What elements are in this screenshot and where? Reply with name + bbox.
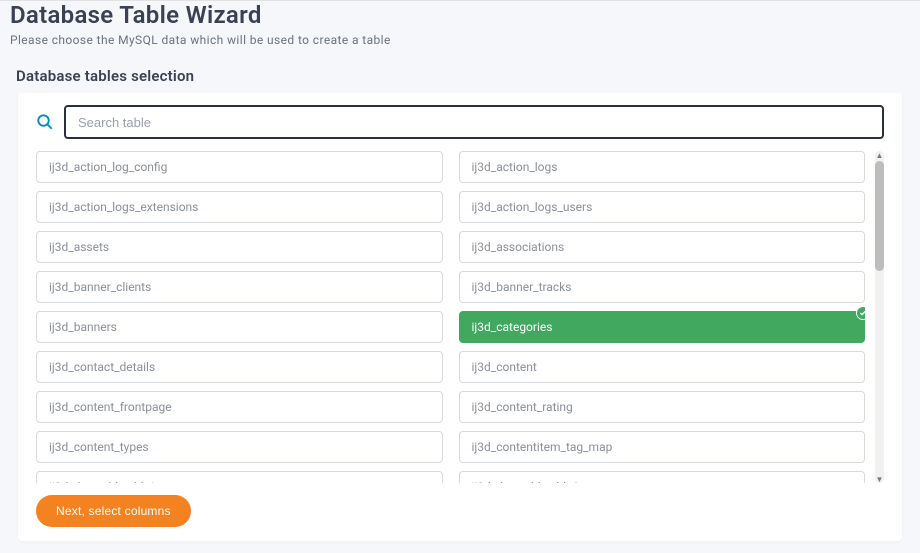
scrollbar-thumb[interactable] bbox=[875, 161, 884, 271]
search-input[interactable] bbox=[64, 105, 884, 139]
table-item-label: ij3d_associations bbox=[472, 240, 565, 254]
table-item-label: ij3d_action_logs bbox=[472, 160, 558, 174]
table-item-label: ij3d_content_rating bbox=[472, 400, 573, 414]
section-title: Database tables selection bbox=[0, 55, 920, 93]
table-item-label: ij3d_categories bbox=[472, 320, 553, 334]
page-title: Database Table Wizard bbox=[10, 1, 910, 29]
table-item-label: ij3d_contentitem_tag_map bbox=[472, 440, 613, 454]
table-item-label: ij3d_droptable_tbl_1 bbox=[49, 480, 156, 483]
table-item-label: ij3d_droptable_tbl_4 bbox=[472, 480, 579, 483]
table-item[interactable]: ij3d_banner_clients bbox=[36, 271, 443, 303]
scrollbar-up-arrow[interactable]: ▲ bbox=[875, 150, 884, 160]
table-item-label: ij3d_action_logs_users bbox=[472, 200, 593, 214]
table-item[interactable]: ij3d_droptable_tbl_1 bbox=[36, 471, 443, 483]
table-item[interactable]: ij3d_action_logs bbox=[459, 151, 866, 183]
table-item[interactable]: ij3d_associations bbox=[459, 231, 866, 263]
tables-scroll-area[interactable]: ij3d_action_log_config ij3d_action_logsij… bbox=[36, 151, 865, 483]
table-item[interactable]: ij3d_action_logs_users bbox=[459, 191, 866, 223]
table-item-label: ij3d_content_types bbox=[49, 440, 149, 454]
table-item-label: ij3d_assets bbox=[49, 240, 109, 254]
table-item[interactable]: ij3d_action_log_config bbox=[36, 151, 443, 183]
table-item[interactable]: ij3d_droptable_tbl_4 bbox=[459, 471, 866, 483]
table-item-label: ij3d_banners bbox=[49, 320, 117, 334]
tables-card: ij3d_action_log_config ij3d_action_logsij… bbox=[18, 93, 902, 541]
table-item[interactable]: ij3d_content_types bbox=[36, 431, 443, 463]
page-subtitle: Please choose the MySQL data which will … bbox=[10, 33, 910, 47]
table-item[interactable]: ij3d_content_rating bbox=[459, 391, 866, 423]
table-item[interactable]: ij3d_content bbox=[459, 351, 866, 383]
table-item[interactable]: ij3d_categories bbox=[459, 311, 866, 343]
search-icon bbox=[36, 113, 54, 131]
next-button[interactable]: Next, select columns bbox=[36, 495, 191, 527]
table-item-label: ij3d_contact_details bbox=[49, 360, 155, 374]
check-icon bbox=[856, 306, 865, 320]
table-item[interactable]: ij3d_contentitem_tag_map bbox=[459, 431, 866, 463]
table-item[interactable]: ij3d_banners bbox=[36, 311, 443, 343]
scrollbar-down-arrow[interactable]: ▼ bbox=[875, 474, 884, 484]
table-item[interactable]: ij3d_content_frontpage bbox=[36, 391, 443, 423]
search-row bbox=[36, 105, 884, 139]
table-item[interactable]: ij3d_action_logs_extensions bbox=[36, 191, 443, 223]
table-item-label: ij3d_action_logs_extensions bbox=[49, 200, 198, 214]
table-item-label: ij3d_banner_tracks bbox=[472, 280, 572, 294]
table-item-label: ij3d_banner_clients bbox=[49, 280, 151, 294]
table-item[interactable]: ij3d_contact_details bbox=[36, 351, 443, 383]
table-item-label: ij3d_content bbox=[472, 360, 537, 374]
table-item-label: ij3d_content_frontpage bbox=[49, 400, 172, 414]
scrollbar-track[interactable]: ▲ ▼ bbox=[875, 151, 884, 483]
table-item[interactable]: ij3d_assets bbox=[36, 231, 443, 263]
table-item[interactable]: ij3d_banner_tracks bbox=[459, 271, 866, 303]
table-item-label: ij3d_action_log_config bbox=[49, 160, 167, 174]
